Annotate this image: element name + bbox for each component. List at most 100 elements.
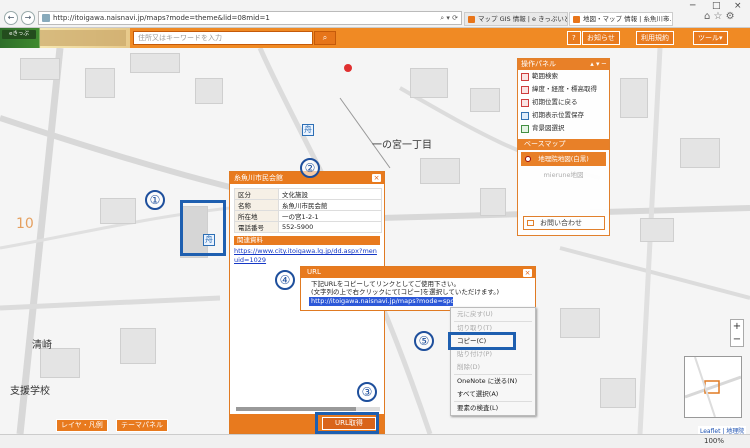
highlight-facility (180, 200, 226, 256)
table-row: 電話番号 552-5900 (234, 221, 382, 233)
browser-tab-2[interactable]: 地図・マップ 情報 | 糸魚川市... × (569, 12, 673, 26)
url-text-selected[interactable]: http://itoigawa.naisnavi.jp/maps?mode=sp… (309, 297, 453, 306)
save-home-icon (521, 112, 529, 120)
row-value: 一の宮1-2-1 (278, 210, 382, 222)
menu-item-delete[interactable]: 削除(D) (451, 361, 535, 374)
contact-button[interactable]: お問い合わせ (523, 216, 605, 230)
notice-button[interactable]: お知らせ (582, 31, 620, 45)
panel-item-label: 初期位置に戻る (532, 98, 578, 106)
back-button[interactable]: ← (4, 11, 18, 25)
range-search-icon (521, 73, 529, 81)
panel-item-save-position[interactable]: 初期表示位置保存 (518, 109, 609, 122)
related-docs-header: 関連資料 (234, 236, 380, 245)
background-map-icon (521, 125, 529, 133)
browser-toolbar: ← → http://itoigawa.naisnavi.jp/maps?mod… (0, 0, 750, 28)
school-label: 支援学校 (10, 386, 50, 397)
row-value: 糸魚川市民会館 (278, 199, 382, 211)
tab-close-icon[interactable]: × (664, 13, 669, 25)
tools-menu-button[interactable]: ツール▾ (693, 31, 728, 45)
panel-item-label: 初期表示位置保存 (532, 111, 584, 119)
search-input[interactable]: 住所又はキーワードを入力 (133, 31, 313, 45)
operation-panel: 操作パネル ▴ ▾ ─ 範囲検索 緯度・経度・標高取得 初期位置に戻る 初期表示… (517, 58, 610, 236)
search-button[interactable]: ⌕ (314, 31, 336, 45)
basemap-option[interactable]: mierune地図 (518, 168, 609, 182)
address-text: http://itoigawa.naisnavi.jp/maps?mode=th… (53, 14, 270, 22)
browser-status-bar: 100% (0, 434, 750, 448)
home-star-gear-icon[interactable]: ⌂ ☆ ⚙ (704, 11, 735, 22)
window-close-icon[interactable]: × (734, 1, 742, 11)
panel-item-coordinates[interactable]: 緯度・経度・標高取得 (518, 83, 609, 96)
maximize-icon[interactable]: □ (712, 1, 721, 11)
table-row: 所在地 一の宮1-2-1 (234, 210, 382, 222)
scrollbar-thumb[interactable] (236, 407, 356, 411)
facility-info-table: 区分 文化施設 名称 糸魚川市民会館 所在地 一の宮1-2-1 電話番号 552-590… (234, 188, 382, 233)
panel-item-label: 背景図選択 (532, 124, 565, 132)
menu-item-undo[interactable]: 元に戻す(U) (451, 308, 535, 321)
row-key: 名称 (234, 199, 279, 211)
row-value: 552-5900 (278, 221, 382, 233)
mail-icon (527, 220, 534, 226)
location-marker[interactable] (344, 64, 352, 72)
dialog-message-line: 下記URLをコピーしてリンクとしてご使用下さい。 (311, 280, 461, 288)
basemap-option-selected[interactable]: 地理院地図(白黒) (521, 152, 606, 166)
dialog-message: 下記URLをコピーしてリンクとしてご使用下さい。 (文字列の上で右クリックにて[… (301, 278, 535, 296)
highlight-url-button (315, 412, 379, 434)
minimize-icon[interactable]: ─ (690, 1, 695, 11)
zoom-in-button[interactable]: + (731, 320, 743, 333)
browser-tab-1[interactable]: マップ GIS 情報 | e きっぷいとい... (464, 12, 568, 26)
step-4-marker: ④ (275, 270, 295, 290)
row-key: 電話番号 (234, 221, 279, 233)
dialog-message-line: (文字列の上で右クリックにて[コピー]を選択していただけます。) (311, 288, 500, 296)
panel-header: 操作パネル ▴ ▾ ─ (518, 59, 609, 70)
panel-item-range-search[interactable]: 範囲検索 (518, 70, 609, 83)
radio-selected-icon (525, 156, 531, 162)
related-doc-link[interactable]: https://www.city.itoigawa.lg.jp/dd.aspx?… (234, 247, 380, 265)
help-button[interactable]: ? (567, 31, 581, 45)
row-key: 所在地 (234, 210, 279, 222)
address-tools-icon[interactable]: ⌕ ▾ ⟳ (440, 12, 458, 24)
row-value: 文化施設 (278, 188, 382, 200)
facility-icon[interactable]: 舟 (302, 124, 314, 136)
tab-favicon (573, 16, 580, 23)
table-row: 名称 糸魚川市民会館 (234, 199, 382, 211)
tab-title: 地図・マップ 情報 | 糸魚川市... (583, 15, 673, 23)
place-label: 清崎 (32, 340, 52, 351)
coordinate-icon (521, 86, 529, 94)
tab-favicon (468, 16, 475, 23)
dialog-close-icon[interactable]: × (523, 269, 532, 277)
step-3-marker: ③ (357, 382, 377, 402)
menu-item-onenote[interactable]: OneNote に送る(N) (451, 375, 535, 388)
zoom-out-button[interactable]: − (731, 333, 743, 346)
context-menu: 元に戻す(U) 切り取り(T) コピー(C) 貼り付け(P) 削除(D) One… (450, 307, 536, 416)
row-key: 区分 (234, 188, 279, 200)
menu-item-select-all[interactable]: すべて選択(A) (451, 388, 535, 401)
highlight-copy-item (448, 332, 516, 350)
logo-badge: eきっぷ (2, 30, 36, 39)
panel-item-reset-position[interactable]: 初期位置に戻る (518, 96, 609, 109)
theme-panel-button[interactable]: テーマパネル (116, 419, 168, 432)
address-bar[interactable]: http://itoigawa.naisnavi.jp/maps?mode=th… (38, 11, 462, 25)
panel-item-background[interactable]: 背景図選択 (518, 122, 609, 135)
home-icon (521, 99, 529, 107)
step-2-marker: ② (300, 158, 320, 178)
url-dialog: URL × 下記URLをコピーしてリンクとしてご使用下さい。 (文字列の上で右ク… (300, 266, 536, 311)
panel-item-label: 緯度・経度・標高取得 (532, 85, 597, 93)
popup-close-icon[interactable]: × (372, 174, 381, 182)
table-row: 区分 文化施設 (234, 188, 382, 200)
minimap-drawing (684, 356, 742, 418)
logo-illustration (40, 30, 126, 46)
overview-minimap[interactable] (684, 356, 742, 418)
dialog-title: URL (307, 268, 321, 276)
popup-title: 糸魚川市民会館 (234, 174, 283, 182)
area-label: 一の宮一丁目 (372, 140, 432, 151)
dialog-header: URL × (301, 267, 535, 278)
forward-button[interactable]: → (21, 11, 35, 25)
panel-collapse-icon[interactable]: ▴ ▾ ─ (590, 59, 606, 70)
step-1-marker: ① (145, 190, 165, 210)
zoom-control: + − (730, 319, 744, 347)
terms-button[interactable]: 利用規約 (636, 31, 674, 45)
zoom-level[interactable]: 100% (704, 437, 724, 445)
popup-scrollbar[interactable] (236, 407, 380, 411)
menu-item-inspect[interactable]: 要素の検査(L) (451, 402, 535, 415)
layer-legend-button[interactable]: レイヤ・凡例 (56, 419, 108, 432)
